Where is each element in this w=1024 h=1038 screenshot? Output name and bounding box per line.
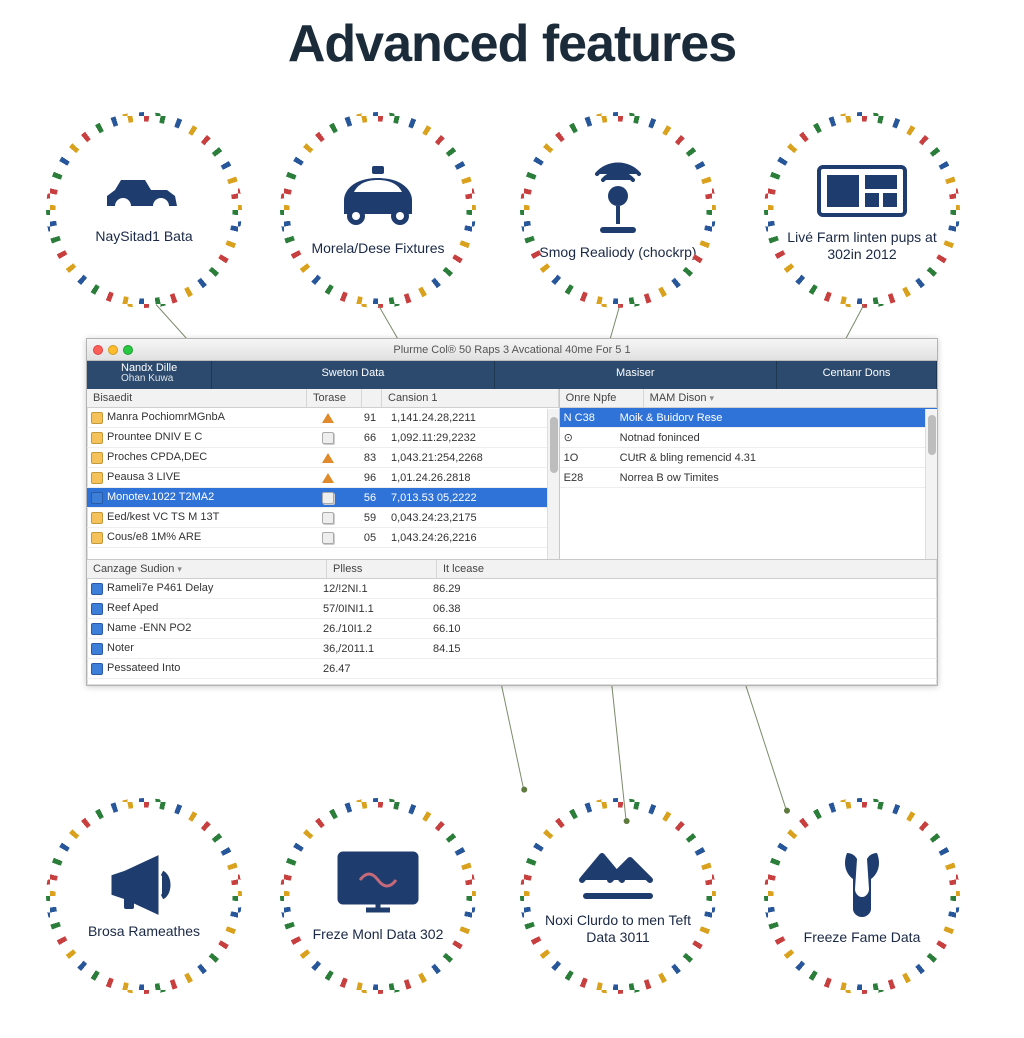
table-row[interactable]: Eed/kest VC TS M 13T590,043.24:23,2175 (87, 508, 559, 528)
table-row[interactable]: Cous/e8 1M% ARE051,043.24:26,2216 (87, 528, 559, 548)
table-row[interactable]: 1OCUtR & bling remencid 4.31 (560, 448, 937, 468)
feature-freze-monl: Freze Monl Data 302 (280, 798, 476, 994)
feature-label: Freeze Fame Data (786, 929, 939, 946)
feature-naysitad: NaySitad1 Bata (46, 112, 242, 308)
table-row[interactable]: Proches CPDA,DEC831,043.21:254,2268 (87, 448, 559, 468)
feature-brosa: Brosa Rameathes (46, 798, 242, 994)
table-row[interactable]: Reef Aped57/0INI1.106.38 (87, 599, 937, 619)
feature-label: Freze Monl Data 302 (295, 926, 462, 943)
lower-pane-header[interactable]: Canzage Sudion Plless It lcease (87, 560, 937, 579)
feature-label: Noxi Clurdo to men Teft Data 3011 (520, 912, 716, 946)
scrollbar[interactable] (547, 409, 559, 559)
app-window: Plurme Col® 50 Raps 3 Avcational 40me Fo… (86, 338, 938, 686)
table-row[interactable]: Peausa 3 LIVE961,01.24.26.2818 (87, 468, 559, 488)
warning-icon (322, 413, 334, 423)
feature-smog: Smog Realiody (chockrp) (520, 112, 716, 308)
tab-nandx[interactable]: Nandx DilleOhan Kuwa (87, 361, 212, 389)
dashboard-icon (817, 157, 907, 223)
feature-noxi: Noxi Clurdo to men Teft Data 3011 (520, 798, 716, 994)
feature-morela: Morela/Dese Fixtures (280, 112, 476, 308)
feature-label: Smog Realiody (chockrp) (521, 244, 714, 261)
feature-freeze-fame: Freeze Fame Data (764, 798, 960, 994)
warning-icon (322, 453, 334, 463)
table-row[interactable]: Manra PochiomrMGnbA911,141.24.28,2211 (87, 408, 559, 428)
page-title: Advanced features (0, 14, 1024, 74)
right-pane: Onre Npfe MAM Dison N C38Moik & Buidorv … (560, 389, 937, 559)
feature-label: NaySitad1 Bata (77, 228, 210, 245)
megaphone-icon (104, 853, 184, 917)
table-row[interactable]: N C38Moik & Buidorv Rese (560, 408, 937, 428)
monitor-icon (336, 850, 420, 920)
table-row[interactable]: Noter36,/2011.184.15 (87, 639, 937, 659)
right-pane-header[interactable]: Onre Npfe MAM Dison (560, 389, 937, 408)
feature-label: Livé Farm linten pups at 302in 2012 (764, 229, 960, 263)
table-row[interactable]: Name -ENN PO226./10I1.266.10 (87, 619, 937, 639)
tab-masiser[interactable]: Masiser (495, 361, 777, 389)
table-row[interactable]: Rameli7e P461 Delay12/!2NI.186.29 (87, 579, 937, 599)
table-row[interactable]: Prountee DNIV E C661,092.11:29,2232 (87, 428, 559, 448)
feature-label: Brosa Rameathes (70, 923, 218, 940)
feature-livefarm: Livé Farm linten pups at 302in 2012 (764, 112, 960, 308)
tab-centanr[interactable]: Centanr Dons (777, 361, 937, 389)
peaks-icon (576, 846, 660, 906)
feature-label: Morela/Dese Fixtures (293, 240, 462, 257)
table-row[interactable]: Pessateed Into26.47 (87, 659, 937, 679)
tab-bar: Nandx DilleOhan Kuwa Sweton Data Masiser… (87, 361, 937, 389)
table-row[interactable]: ⊙Notnad foninced (560, 428, 937, 448)
tools-icon (827, 847, 897, 923)
scrollbar[interactable] (925, 409, 937, 559)
sensor-icon (583, 160, 653, 238)
warning-icon (322, 473, 334, 483)
table-row[interactable]: E28Norrea B ow Timites (560, 468, 937, 488)
tab-sweton[interactable]: Sweton Data (212, 361, 494, 389)
table-row[interactable]: Monotev.1022 T2MA2567,013.53 05,2222 (87, 488, 559, 508)
left-pane-header[interactable]: Bisaedit Torase Cansion 1 (87, 389, 559, 408)
titlebar[interactable]: Plurme Col® 50 Raps 3 Avcational 40me Fo… (87, 339, 937, 361)
vehicle-icon (103, 176, 185, 222)
window-title: Plurme Col® 50 Raps 3 Avcational 40me Fo… (87, 344, 937, 356)
car-icon (332, 164, 424, 234)
left-pane: Bisaedit Torase Cansion 1 Manra Pochiomr… (87, 389, 560, 559)
lower-pane: Canzage Sudion Plless It lcease Rameli7e… (87, 559, 937, 685)
